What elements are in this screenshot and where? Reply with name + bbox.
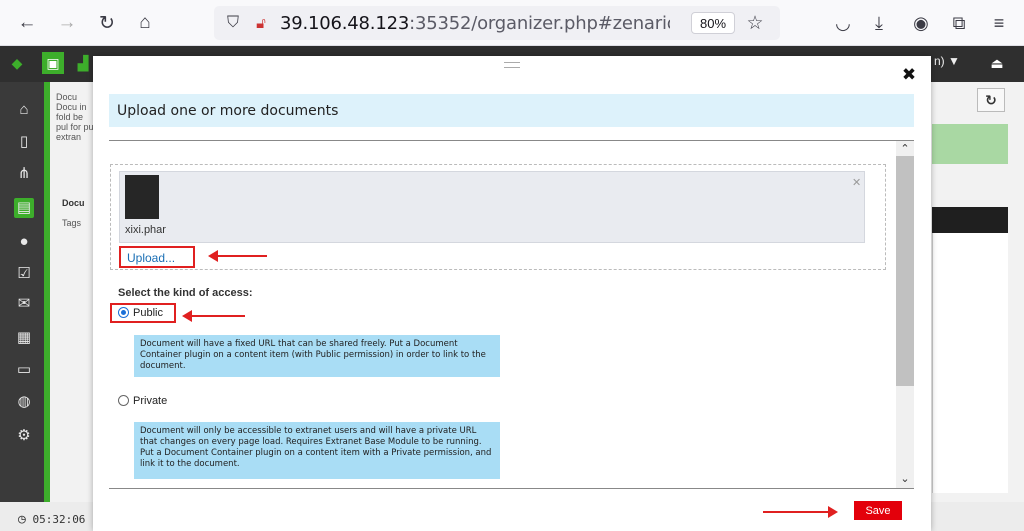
save-button[interactable]: Save <box>854 501 902 520</box>
app-chart-icon[interactable]: ▟ <box>72 52 94 74</box>
file-thumbnail <box>125 175 159 219</box>
browser-toolbar: ← → ↻ ⌂ ⛉ 🔓︎ 39.106.48.123:35352/organiz… <box>0 0 1024 46</box>
insecure-lock-icon[interactable]: 🔓︎ <box>248 10 274 36</box>
right-panel-header <box>932 207 1008 233</box>
scrollbar-thumb[interactable] <box>896 156 914 386</box>
home-icon[interactable]: ⌂ <box>132 10 158 36</box>
divider <box>109 488 914 489</box>
home-nav-icon[interactable]: ⌂ <box>14 100 34 120</box>
app-sidebar: ⌂ ▯ ⋔ ▤ ● ☑ ✉ ▦ ▭ ◍ ⚙ <box>0 82 48 531</box>
private-help-text: Document will only be accessible to extr… <box>134 422 500 479</box>
public-radio[interactable] <box>118 307 129 318</box>
app-logo-icon[interactable]: ◆ <box>6 52 28 74</box>
right-panel-body <box>932 233 1008 493</box>
url-host: 39.106.48.123 <box>280 13 410 34</box>
annotation-arrow-upload <box>208 250 267 262</box>
access-kind-label: Select the kind of access: <box>118 287 253 299</box>
shield-icon[interactable]: ⛉ <box>220 10 246 36</box>
checklist-nav-icon[interactable]: ☑ <box>14 264 34 284</box>
uploaded-file-card: xixi.phar ✕ <box>119 171 865 243</box>
url-text[interactable]: 39.106.48.123:35352/organizer.php#zenari… <box>280 13 670 34</box>
account-icon[interactable]: ◉ <box>908 10 934 36</box>
user-menu[interactable]: n) ▼ <box>934 54 960 68</box>
close-icon[interactable]: ✖ <box>901 66 917 84</box>
modal-header: Upload one or more documents <box>109 94 914 127</box>
public-help-text: Document will have a fixed URL that can … <box>134 335 500 377</box>
private-radio[interactable] <box>118 395 129 406</box>
sidebar-subitem[interactable]: Docu <box>62 198 85 208</box>
eject-icon[interactable]: ⏏ <box>986 52 1008 74</box>
file-name: xixi.phar <box>125 224 166 236</box>
app-docs-icon[interactable]: ▣ <box>42 52 64 74</box>
address-bar[interactable]: ⛉ 🔓︎ 39.106.48.123:35352/organizer.php#z… <box>214 6 780 40</box>
tv-nav-icon[interactable]: ▭ <box>14 360 34 380</box>
layout-nav-icon[interactable]: ▦ <box>14 328 34 348</box>
extensions-icon[interactable]: ⧉ <box>946 10 972 36</box>
scroll-down-icon[interactable]: ⌄ <box>896 472 914 487</box>
zoom-level-badge[interactable]: 80% <box>691 12 735 34</box>
back-arrow-icon[interactable]: ← <box>14 10 40 36</box>
drag-handle[interactable] <box>504 62 520 68</box>
sidebar-tags[interactable]: Tags <box>62 218 81 228</box>
sitemap-nav-icon[interactable]: ⋔ <box>14 164 34 184</box>
download-icon[interactable]: ⤓ <box>866 10 892 36</box>
right-panel-highlight <box>932 124 1008 164</box>
url-path: :35352/organizer.php#zenario__content/p <box>409 13 670 34</box>
users-nav-icon[interactable]: ● <box>14 232 34 252</box>
upload-button[interactable]: Upload... <box>119 246 195 268</box>
clock: ◷ 05:32:06 <box>18 512 85 527</box>
upload-modal: ✖ Upload one or more documents ⌃ ⌄ xixi.… <box>93 56 931 531</box>
public-radio-label[interactable]: Public <box>133 307 163 319</box>
annotation-arrow-public <box>182 310 245 322</box>
mail-nav-icon[interactable]: ✉ <box>14 294 34 314</box>
clock-icon: ◷ <box>18 512 26 527</box>
remove-file-icon[interactable]: ✕ <box>852 176 861 189</box>
scroll-up-icon[interactable]: ⌃ <box>896 142 914 157</box>
annotation-arrow-save <box>763 506 838 518</box>
reload-icon[interactable]: ↻ <box>94 10 120 36</box>
bookmark-star-icon[interactable]: ☆ <box>742 10 768 36</box>
divider <box>109 140 914 141</box>
menu-icon[interactable]: ≡ <box>986 10 1012 36</box>
private-radio-label[interactable]: Private <box>133 395 167 407</box>
gears-nav-icon[interactable]: ⚙ <box>14 426 34 446</box>
page-nav-icon[interactable]: ▯ <box>14 132 34 152</box>
forward-arrow-icon[interactable]: → <box>54 10 80 36</box>
refresh-button[interactable]: ↻ <box>977 88 1005 112</box>
globe-nav-icon[interactable]: ◍ <box>14 392 34 412</box>
documents-nav-icon[interactable]: ▤ <box>14 198 34 218</box>
modal-title: Upload one or more documents <box>117 103 339 119</box>
sidebar-description: Docu Docu in fold be pul for pu extran <box>56 92 94 142</box>
clock-time: 05:32:06 <box>32 513 86 526</box>
pocket-icon[interactable]: ◡ <box>830 10 856 36</box>
